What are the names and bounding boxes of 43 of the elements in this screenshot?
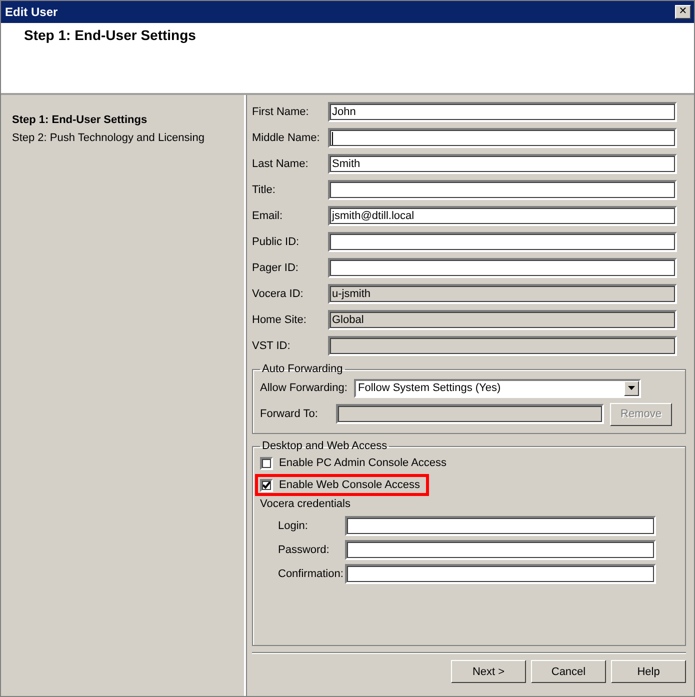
dialog-button[interactable]: Help — [611, 660, 686, 683]
step-item[interactable]: Step 2: Push Technology and Licensing — [12, 129, 244, 147]
step-item[interactable]: Step 1: End-User Settings — [12, 111, 244, 129]
checkbox-label: Enable Web Console Access — [279, 479, 420, 491]
field-label: Email: — [252, 210, 284, 222]
text-field[interactable] — [345, 540, 656, 560]
text-field[interactable]: jsmith@dtill.local — [328, 206, 677, 226]
field-label: Allow Forwarding: — [260, 382, 348, 394]
group-title: Desktop and Web Access — [261, 440, 388, 452]
section-label: Vocera credentials — [260, 498, 352, 512]
field-label: Middle Name: — [252, 132, 321, 144]
field-label: Title: — [252, 184, 276, 196]
text-field[interactable]: John — [328, 102, 677, 122]
close-button[interactable]: ✕ — [675, 5, 691, 19]
field-label: VST ID: — [252, 340, 292, 352]
checkmark-icon — [262, 480, 271, 490]
checkbox[interactable] — [260, 478, 273, 492]
dialog-button[interactable]: Cancel — [531, 660, 606, 683]
text-field[interactable]: Smith — [328, 154, 677, 174]
field-label: Forward To: — [260, 408, 319, 420]
field-label: Public ID: — [252, 236, 300, 248]
field-label: Home Site: — [252, 314, 308, 326]
page-title: Step 1: End-User Settings — [24, 27, 196, 43]
text-field[interactable] — [328, 180, 677, 200]
window-title: Edit User — [5, 5, 58, 19]
field-label: Pager ID: — [252, 262, 300, 274]
field-label: First Name: — [252, 106, 310, 118]
checkbox[interactable] — [260, 456, 273, 470]
text-field[interactable] — [328, 258, 677, 278]
text-field[interactable] — [345, 564, 656, 584]
field-label: Last Name: — [252, 158, 310, 170]
checkbox-label: Enable PC Admin Console Access — [279, 457, 447, 469]
forwarding-dropdown[interactable]: Follow System Settings (Yes) — [354, 378, 641, 398]
text-field[interactable] — [336, 404, 604, 424]
group-title: Auto Forwarding — [261, 363, 344, 375]
field-label: Vocera ID: — [252, 288, 304, 300]
text-field[interactable] — [328, 128, 677, 148]
dialog-button[interactable]: Next > — [451, 660, 526, 683]
text-field[interactable] — [345, 516, 656, 536]
text-field[interactable] — [328, 232, 677, 252]
field-label: Password: — [278, 544, 330, 556]
field-label: Login: — [278, 520, 309, 532]
field-label: Confirmation: — [278, 568, 344, 580]
